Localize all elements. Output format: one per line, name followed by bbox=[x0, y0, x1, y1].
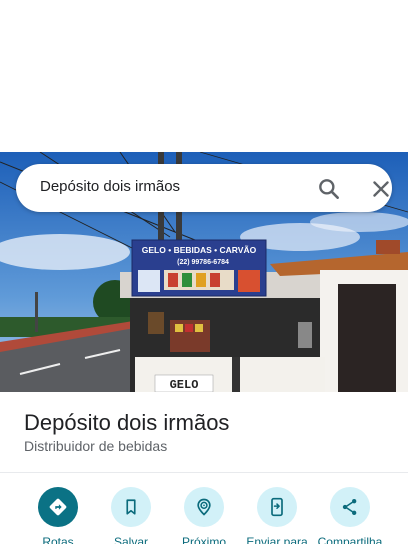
sign-phone-text: (22) 99786-6784 bbox=[177, 259, 229, 266]
close-icon[interactable] bbox=[368, 176, 394, 202]
share-icon bbox=[342, 499, 357, 515]
nearby-icon bbox=[197, 498, 211, 516]
bookmark-icon bbox=[126, 499, 136, 515]
directions-icon bbox=[49, 498, 67, 516]
share-label: Compartilha bbox=[317, 535, 383, 544]
place-name: Depósito dois irmãos bbox=[24, 410, 230, 435]
action-bar: Rotas Salvar Próximo Enviar para Compart… bbox=[0, 473, 408, 544]
send-to-phone-label: Enviar para bbox=[246, 535, 308, 544]
search-icon[interactable] bbox=[316, 176, 342, 202]
sign-title-text: GELO • BEBIDAS • CARVÃO bbox=[142, 245, 257, 255]
send-to-phone-icon bbox=[271, 497, 283, 517]
map-blank-area bbox=[0, 0, 408, 152]
place-category: Distribuidor de bebidas bbox=[24, 438, 168, 454]
nearby-label: Próximo bbox=[181, 535, 226, 544]
counter-sign-text: GELO bbox=[170, 378, 199, 392]
place-details: Depósito dois irmãos Distribuidor de beb… bbox=[0, 392, 408, 472]
directions-button[interactable]: Rotas bbox=[18, 487, 98, 544]
search-query[interactable]: Depósito dois irmãos bbox=[40, 178, 180, 195]
nearby-button[interactable]: Próximo bbox=[164, 487, 244, 544]
search-bar[interactable]: Depósito dois irmãos bbox=[16, 164, 392, 212]
save-button[interactable]: Salvar bbox=[91, 487, 171, 544]
save-label: Salvar bbox=[113, 535, 148, 544]
directions-label: Rotas bbox=[42, 535, 74, 544]
share-button[interactable]: Compartilha bbox=[310, 487, 390, 544]
send-to-phone-button[interactable]: Enviar para bbox=[237, 487, 317, 544]
